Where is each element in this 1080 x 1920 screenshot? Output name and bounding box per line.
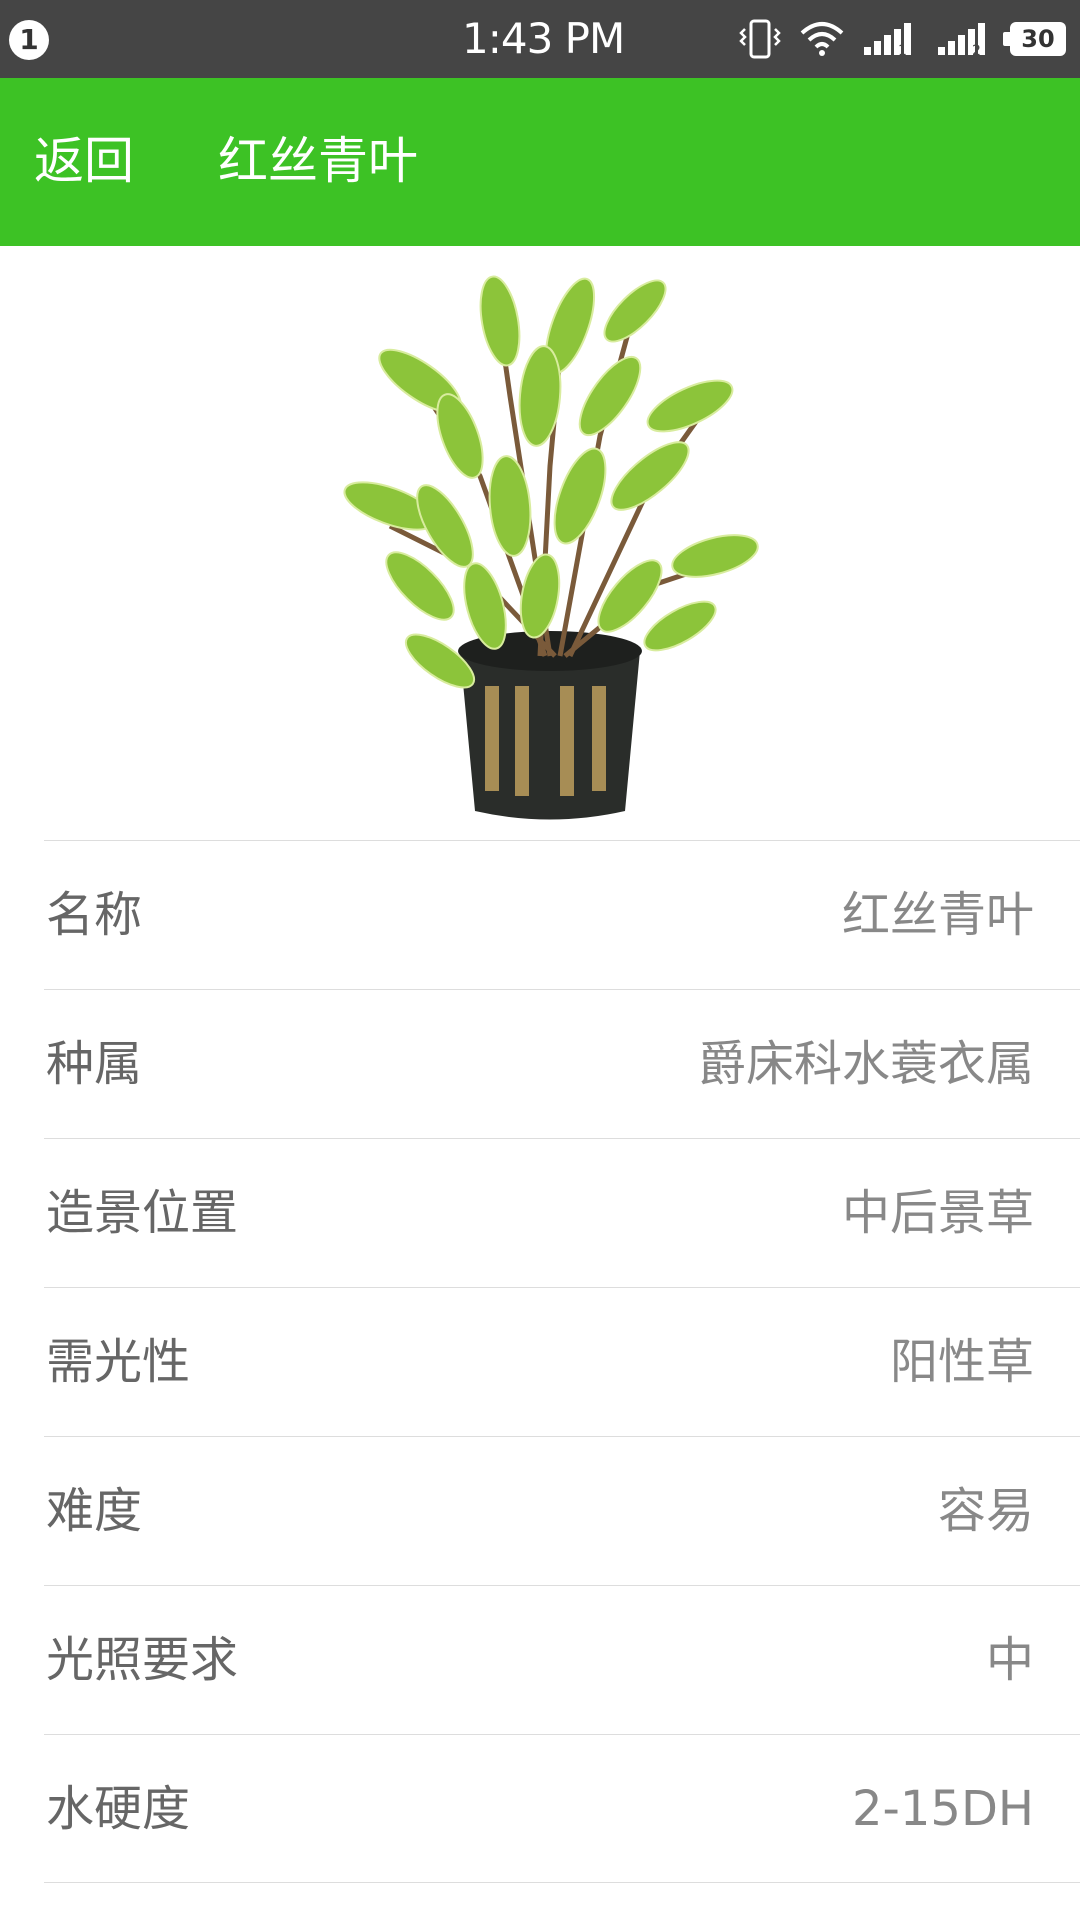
svg-text:2: 2 [972,43,981,57]
detail-value: 中 [985,1632,1034,1688]
detail-row-water-hardness: 水硬度 2-15DH [44,1734,1080,1883]
detail-label: 种属 [46,1036,143,1092]
detail-value: 红丝青叶 [841,887,1034,943]
detail-row-difficulty: 难度 容易 [44,1436,1080,1585]
vibrate-icon [739,19,781,59]
plant-image-area [0,246,1080,840]
status-time: 1:43 PM [462,14,625,63]
page-title: 红丝青叶 [218,132,418,190]
status-bar: 1 1:43 PM 1 2 30 [0,0,1080,78]
detail-value: 2-15DH [852,1781,1034,1837]
detail-value: 容易 [937,1483,1034,1539]
detail-label: 造景位置 [46,1185,239,1241]
detail-value: 中后景草 [841,1185,1034,1241]
detail-label: 名称 [46,887,143,943]
detail-value: 爵床科水蓑衣属 [697,1036,1034,1092]
back-button[interactable]: 返回 [34,130,134,192]
plant-details-list: 名称 红丝青叶 种属 爵床科水蓑衣属 造景位置 中后景草 需光性 阳性草 难度 … [0,840,1080,1883]
detail-row-placement: 造景位置 中后景草 [44,1138,1080,1287]
signal-sim1-icon: 1 [864,23,911,57]
notification-badge[interactable]: 1 [9,20,49,60]
detail-row-lighting: 光照要求 中 [44,1585,1080,1734]
wifi-icon [800,22,844,56]
potted-plant-image [343,275,759,820]
detail-label: 水硬度 [46,1781,191,1837]
detail-label: 需光性 [46,1334,191,1390]
detail-label: 光照要求 [46,1632,239,1688]
detail-value: 阳性草 [889,1334,1034,1390]
battery-icon: 30 [1003,22,1066,56]
detail-row-genus: 种属 爵床科水蓑衣属 [44,989,1080,1138]
signal-sim2-icon: 2 [938,23,985,57]
detail-label: 难度 [46,1483,143,1539]
detail-row-light-need: 需光性 阳性草 [44,1287,1080,1436]
detail-row-name: 名称 红丝青叶 [44,840,1080,989]
app-bar: 返回 红丝青叶 [0,78,1080,246]
svg-text:1: 1 [898,43,907,57]
status-icons: 1 2 30 [738,16,1066,62]
